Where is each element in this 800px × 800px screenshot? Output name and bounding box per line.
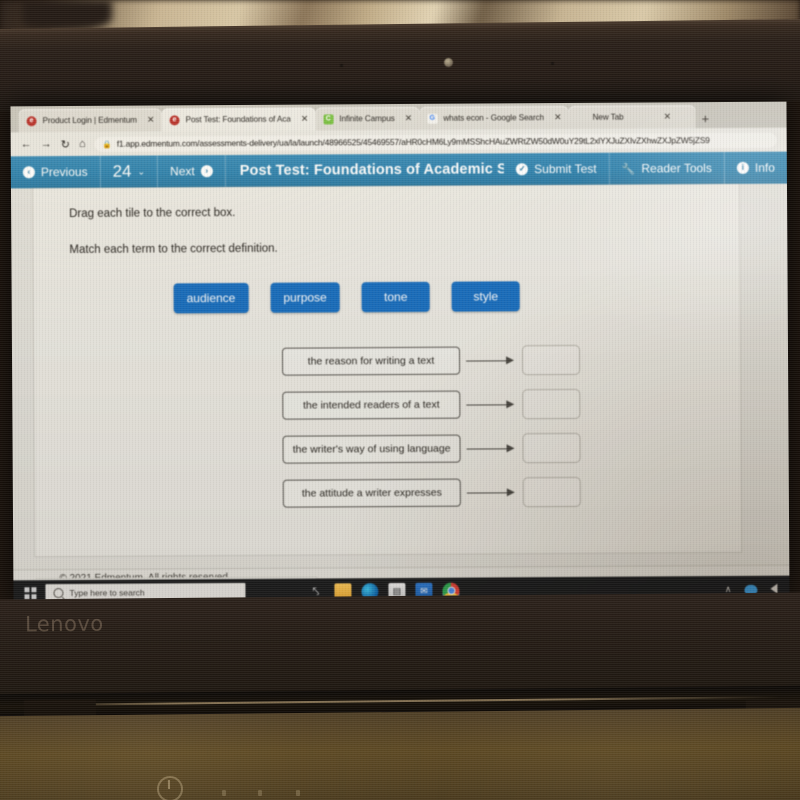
tile-audience[interactable]: audience: [173, 282, 249, 314]
arrow-right-icon: [460, 398, 522, 410]
deck-indicator-led: [257, 789, 263, 797]
new-tab-button[interactable]: +: [702, 111, 710, 128]
reader-tools-button[interactable]: 🔧 Reader Tools: [609, 152, 725, 185]
info-circle-icon: i: [736, 161, 749, 174]
match-pairs-list: the reason for writing a text the intend…: [281, 344, 581, 509]
draggable-tiles: audience purpose tone style: [173, 281, 520, 314]
windows-logo-icon: [24, 587, 37, 600]
arrow-right-circle-icon: ›: [200, 165, 213, 178]
search-icon: [53, 588, 64, 599]
info-button[interactable]: i Info: [725, 152, 787, 184]
laptop-keyboard-deck: [0, 707, 800, 800]
edmentum-icon: e: [26, 115, 37, 126]
next-label: Next: [169, 164, 195, 179]
drop-target-4[interactable]: [522, 476, 581, 508]
chrome-browser-window: e Product Login | Edmentum ✕ e Post Test…: [10, 101, 790, 607]
laptop-screen: e Product Login | Edmentum ✕ e Post Test…: [10, 101, 790, 607]
previous-label: Previous: [40, 164, 88, 180]
match-row: the reason for writing a text: [281, 344, 581, 377]
bezel-sensor-dot: [340, 64, 343, 67]
lenovo-brand-logo: Lenovo: [24, 611, 104, 637]
lock-icon: 🔒: [102, 139, 112, 149]
question-number: 24: [112, 161, 132, 181]
match-row: the attitude a writer expresses: [282, 476, 581, 509]
url-text: f1.app.edmentum.com/assessments-delivery…: [116, 135, 710, 149]
tab-title: Infinite Campus: [339, 114, 395, 124]
info-label: Info: [754, 160, 775, 175]
arrow-right-icon: [461, 486, 523, 498]
check-circle-icon: ✓: [516, 163, 529, 176]
browser-tab-new-tab[interactable]: New Tab ✕: [568, 105, 696, 129]
webcam-icon: [444, 58, 453, 67]
question-instruction: Drag each tile to the correct box.: [69, 207, 236, 221]
assessment-toolbar: ‹ Previous 24 ⌄ Next › Post Test: Founda…: [10, 151, 787, 189]
tile-style[interactable]: style: [451, 281, 520, 312]
next-button[interactable]: Next ›: [157, 155, 226, 188]
wrench-icon: 🔧: [621, 163, 636, 176]
definition-text: the attitude a writer expresses: [282, 478, 461, 508]
arrow-right-icon: [460, 354, 522, 366]
infinite-campus-icon: C: [323, 113, 334, 124]
tab-title: New Tab: [592, 112, 624, 122]
deck-indicator-led: [295, 789, 301, 797]
browser-tab-google-search[interactable]: G whats econ - Google Search ✕: [419, 105, 569, 130]
back-icon[interactable]: ←: [21, 138, 32, 150]
drop-target-3[interactable]: [522, 432, 581, 464]
arrow-left-circle-icon: ‹: [22, 166, 35, 179]
deck-texture: [0, 707, 800, 800]
tile-purpose[interactable]: purpose: [270, 282, 340, 313]
tab-title: Post Test: Foundations of Aca: [185, 114, 291, 125]
submit-test-button[interactable]: ✓ Submit Test: [504, 152, 610, 186]
tab-title: Product Login | Edmentum: [42, 115, 138, 126]
drop-target-2[interactable]: [522, 388, 581, 420]
match-row: the intended readers of a text: [282, 388, 581, 421]
question-prompt: Match each term to the correct definitio…: [69, 242, 278, 257]
definition-text: the reason for writing a text: [281, 346, 461, 376]
chevron-down-icon: ⌄: [137, 166, 146, 177]
photo-scene: e Product Login | Edmentum ✕ e Post Test…: [0, 0, 800, 800]
browser-tab-infinite-campus[interactable]: C Infinite Campus ✕: [315, 106, 420, 131]
browser-tab-post-test[interactable]: e Post Test: Foundations of Aca ✕: [161, 107, 316, 132]
laptop-top-bezel: [0, 18, 800, 112]
close-icon[interactable]: ✕: [664, 111, 672, 122]
submit-test-label: Submit Test: [534, 161, 597, 177]
question-content-area: Drag each tile to the correct box. Match…: [10, 183, 790, 571]
previous-button[interactable]: ‹ Previous: [10, 155, 101, 189]
arrow-right-icon: [461, 442, 523, 454]
close-icon[interactable]: ✕: [554, 112, 562, 123]
blank-icon: [577, 112, 587, 122]
google-icon: G: [427, 113, 438, 124]
tile-tone[interactable]: tone: [361, 281, 430, 313]
question-number-dropdown[interactable]: 24 ⌄: [100, 155, 159, 188]
tab-title: whats econ - Google Search: [443, 113, 545, 123]
assessment-title: Post Test: Foundations of Academic Su: [239, 161, 505, 179]
browser-tab-product-login[interactable]: e Product Login | Edmentum ✕: [18, 108, 162, 133]
close-icon[interactable]: ✕: [301, 114, 309, 125]
laptop-lower-bezel: [0, 592, 800, 698]
drop-target-1[interactable]: [521, 344, 581, 376]
power-button-icon: [156, 775, 184, 800]
edmentum-icon: e: [169, 114, 180, 125]
url-input[interactable]: 🔒 f1.app.edmentum.com/assessments-delive…: [94, 132, 777, 152]
definition-text: the intended readers of a text: [282, 390, 461, 420]
reader-tools-label: Reader Tools: [641, 161, 712, 176]
deck-indicator-led: [221, 789, 227, 797]
bezel-mic-dot: [551, 62, 554, 65]
search-placeholder: Type here to search: [69, 587, 145, 599]
background-object: [22, 0, 112, 30]
browser-tab-strip: e Product Login | Edmentum ✕ e Post Test…: [10, 101, 787, 133]
definition-text: the writer's way of using language: [282, 434, 461, 464]
match-row: the writer's way of using language: [282, 432, 581, 465]
home-icon[interactable]: ⌂: [79, 138, 86, 150]
close-icon[interactable]: ✕: [405, 113, 413, 124]
close-icon[interactable]: ✕: [147, 114, 155, 125]
forward-icon[interactable]: →: [41, 138, 52, 150]
question-card: Drag each tile to the correct box. Match…: [32, 183, 742, 557]
reload-icon[interactable]: ↻: [61, 138, 70, 151]
